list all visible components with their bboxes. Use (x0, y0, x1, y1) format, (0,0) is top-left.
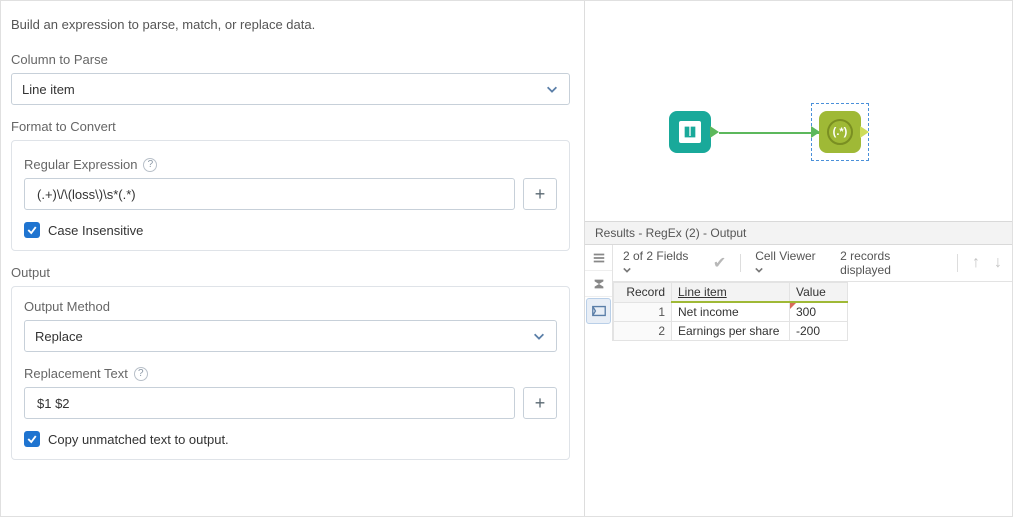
cell-record: 2 (614, 322, 672, 341)
metadata-view-button[interactable] (585, 245, 612, 271)
plus-icon: + (535, 393, 546, 414)
output-method-label: Output Method (24, 299, 110, 314)
regex-input[interactable] (35, 186, 504, 203)
cell-value[interactable]: -200 (790, 322, 848, 341)
results-area: 2 of 2 Fields ✔ Cell Viewer 2 records di… (585, 245, 1012, 341)
case-insensitive-checkbox[interactable] (24, 222, 40, 238)
table-row[interactable]: 1 Net income 300 (614, 302, 848, 322)
column-to-parse-value: Line item (22, 82, 75, 97)
output-label: Output (11, 265, 570, 280)
output-port[interactable] (710, 126, 719, 138)
output-port[interactable] (860, 126, 869, 138)
intro-text: Build an expression to parse, match, or … (11, 17, 570, 32)
cell-value[interactable]: 300 (790, 302, 848, 322)
app-root: Build an expression to parse, match, or … (0, 0, 1013, 517)
input-port[interactable] (811, 126, 820, 138)
column-to-parse-select[interactable]: Line item (11, 73, 570, 105)
regex-node[interactable]: (.*) (819, 111, 861, 153)
chevron-down-icon (545, 82, 559, 96)
grid-header-row: Record Line item Value (614, 283, 848, 303)
cell-line-item[interactable]: Net income (672, 302, 790, 322)
format-to-convert-label: Format to Convert (11, 119, 570, 134)
table-row[interactable]: 2 Earnings per share -200 (614, 322, 848, 341)
copy-unmatched-checkbox[interactable] (24, 431, 40, 447)
caret-down-icon (755, 263, 763, 271)
col-line-item[interactable]: Line item (672, 283, 790, 303)
results-grid[interactable]: Record Line item Value 1 Net income 300 … (613, 282, 848, 341)
regex-icon: (.*) (827, 119, 853, 145)
cell-viewer-label: Cell Viewer (755, 249, 815, 263)
records-summary: 2 records displayed (840, 249, 943, 277)
fields-summary: 2 of 2 Fields (623, 249, 688, 263)
results-gutter (585, 245, 613, 341)
replacement-input[interactable] (35, 395, 504, 412)
error-marker-icon (790, 303, 796, 309)
results-title: Results - RegEx (2) - Output (585, 221, 1012, 245)
sigma-view-button[interactable] (585, 271, 612, 297)
canvas[interactable]: (.*) (585, 1, 1012, 221)
replacement-input-wrap (24, 387, 515, 419)
replacement-add-button[interactable]: + (523, 387, 557, 419)
output-method-value: Replace (35, 329, 83, 344)
caret-down-icon (623, 263, 631, 271)
chevron-down-icon (532, 329, 546, 343)
book-icon (679, 121, 701, 143)
cell-line-item[interactable]: Earnings per share (672, 322, 790, 341)
workflow-connection (719, 132, 819, 134)
plus-icon: + (535, 184, 546, 205)
config-pane: Build an expression to parse, match, or … (1, 1, 584, 516)
case-insensitive-label: Case Insensitive (48, 223, 143, 238)
cell-record: 1 (614, 302, 672, 322)
fields-dropdown[interactable]: 2 of 2 Fields (623, 249, 699, 277)
regex-label: Regular Expression (24, 157, 137, 172)
separator (740, 254, 741, 272)
col-record[interactable]: Record (614, 283, 672, 303)
right-pane: (.*) Results - RegEx (2) - Output (584, 1, 1012, 516)
results-toolbar: 2 of 2 Fields ✔ Cell Viewer 2 records di… (613, 245, 1012, 282)
arrow-down-icon[interactable]: ↓ (994, 254, 1002, 272)
input-node[interactable] (669, 111, 711, 153)
col-value[interactable]: Value (790, 283, 848, 303)
output-method-select[interactable]: Replace (24, 320, 557, 352)
regex-add-button[interactable]: + (523, 178, 557, 210)
cell-viewer-dropdown[interactable]: Cell Viewer (755, 249, 826, 277)
replacement-text-label: Replacement Text (24, 366, 128, 381)
separator (957, 254, 958, 272)
column-to-parse-label: Column to Parse (11, 52, 570, 67)
copy-unmatched-label: Copy unmatched text to output. (48, 432, 229, 447)
data-view-button[interactable] (586, 298, 611, 324)
format-group: Regular Expression ? + Case Insensitive (11, 140, 570, 251)
output-group: Output Method Replace Replacement Text ?… (11, 286, 570, 460)
arrow-up-icon[interactable]: ↑ (972, 254, 980, 272)
regex-node-text: (.*) (833, 126, 848, 138)
check-icon[interactable]: ✔ (713, 253, 726, 273)
help-icon[interactable]: ? (134, 367, 148, 381)
regex-input-wrap (24, 178, 515, 210)
help-icon[interactable]: ? (143, 158, 157, 172)
